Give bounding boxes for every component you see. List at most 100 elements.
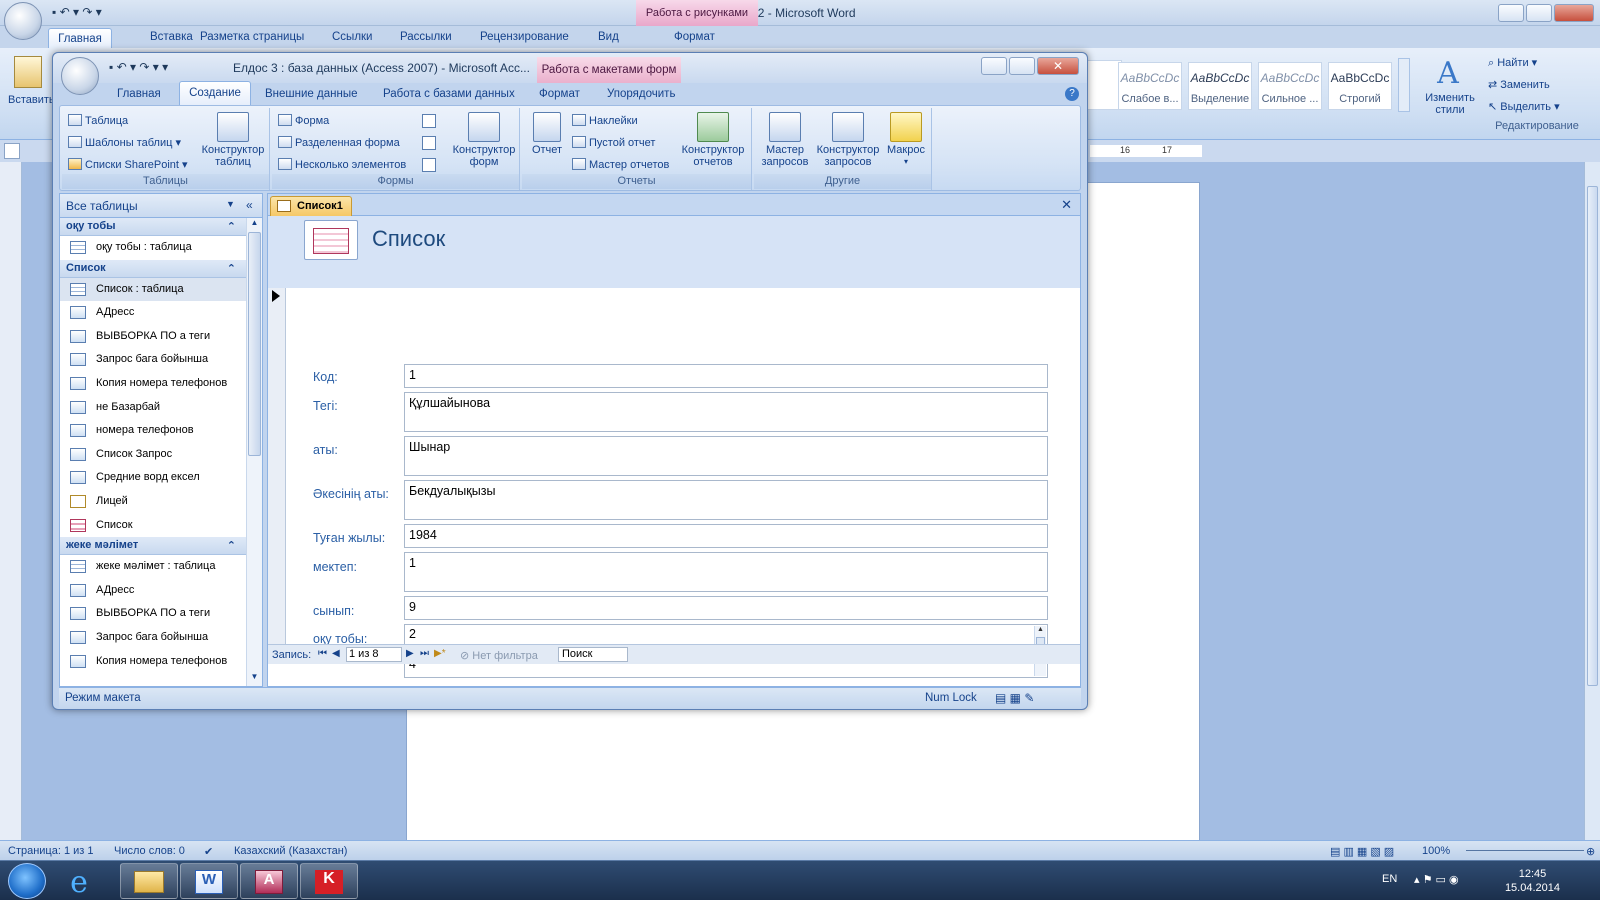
search-input[interactable]: Поиск [558,647,628,662]
nav-item[interactable]: ВЫВБОРКА ПО а теги [60,602,246,625]
list-scroll-up-icon[interactable]: ▲ [1035,626,1046,633]
record-selector[interactable] [268,288,286,644]
blank-form-icon[interactable] [422,136,436,150]
nav-item[interactable]: не Базарбай [60,396,246,419]
style-strogiy[interactable]: AaBbCcDc Строгий [1328,62,1392,110]
form-design-button[interactable]: Конструктор форм [448,112,520,168]
field-synyp[interactable]: 9 [404,596,1048,620]
multiple-items-button[interactable]: Несколько элементов [278,158,406,171]
access-tab-format[interactable]: Формат [539,88,580,100]
field-mektep[interactable]: 1 [404,552,1048,592]
filter-status[interactable]: ⊘ Нет фильтра [460,649,538,662]
query-design-button[interactable]: Конструктор запросов [814,112,882,168]
clock[interactable]: 12:45 15.04.2014 [1505,867,1560,895]
access-tab-database-tools[interactable]: Работа с базами данных [383,88,515,100]
report-button[interactable]: Отчет [526,112,568,156]
first-record-icon[interactable]: ⏮ [318,648,327,659]
document-tab-spisok1[interactable]: Список1 [270,196,352,216]
nav-item[interactable]: Запрос бага бойынша [60,626,246,649]
nav-group-header[interactable]: Список ⌃ [60,259,246,278]
internet-explorer-icon[interactable]: e [62,865,96,900]
scroll-up-icon[interactable]: ▲ [247,218,262,232]
split-form-button[interactable]: Разделенная форма [278,136,400,149]
access-tab-create[interactable]: Создание [179,81,251,105]
access-tab-home[interactable]: Главная [117,88,161,100]
query-wizard-button[interactable]: Мастер запросов [756,112,814,168]
collapse-chevron-icon[interactable]: ⌃ [227,219,236,236]
nav-item[interactable]: Запрос бага бойынша [60,348,246,371]
word-tab-page-layout[interactable]: Разметка страницы [200,31,304,43]
nav-item[interactable]: Список : таблица [60,277,246,301]
labels-button[interactable]: Наклейки [572,114,638,127]
report-design-button[interactable]: Конструктор отчетов [676,112,750,168]
status-words[interactable]: Число слов: 0 [114,845,185,857]
status-page[interactable]: Страница: 1 из 1 [8,845,94,857]
field-akesinin-aty[interactable]: Бекдуалықызы [404,480,1048,520]
nav-scrollbar[interactable]: ▲ ▼ [246,218,262,686]
macro-button[interactable]: Макрос ▾ [882,112,930,168]
nav-item[interactable]: номера телефонов [60,419,246,442]
form-button[interactable]: Форма [278,114,329,127]
new-record-icon[interactable]: ▶* [434,648,446,659]
view-switcher[interactable]: ▤ ▦ ✎ [995,691,1034,705]
zoom-in-icon[interactable]: ⊕ [1586,845,1595,858]
field-tugan-zhyly[interactable]: 1984 [404,524,1048,548]
close-document-icon[interactable]: ✕ [1061,197,1072,213]
input-language[interactable]: EN [1382,873,1397,885]
word-vertical-scrollbar[interactable] [1584,162,1600,840]
replace-button[interactable]: ⇄ Заменить [1488,78,1550,91]
word-tab-view[interactable]: Вид [598,31,619,43]
access-restore-button[interactable] [1009,57,1035,75]
more-forms-icon[interactable] [422,158,436,172]
access-close-button[interactable]: ✕ [1037,57,1079,75]
tray-icons[interactable]: ▴ ⚑ ▭ ◉ [1414,873,1459,886]
status-language[interactable]: Казахский (Казахстан) [234,845,347,857]
explorer-taskbar-button[interactable] [120,863,178,899]
kaspersky-taskbar-button[interactable]: K [300,863,358,899]
access-office-button[interactable] [61,57,99,95]
nav-item[interactable]: Лицей [60,490,246,513]
collapse-chevron-icon[interactable]: ⌃ [227,261,236,278]
form-title[interactable]: Список [372,226,445,252]
nav-item[interactable]: Средние ворд ексел [60,466,246,489]
tab-selector[interactable] [4,143,20,159]
spellcheck-icon[interactable]: ✔ [204,845,213,858]
access-minimize-button[interactable] [981,57,1007,75]
table-templates-button[interactable]: Шаблоны таблиц ▾ [68,136,181,149]
field-kod[interactable]: 1 [404,364,1048,388]
nav-item[interactable]: Копия номера телефонов [60,650,246,673]
word-close-button[interactable] [1554,4,1594,22]
nav-item[interactable]: ВЫВБОРКА ПО а теги [60,325,246,348]
access-tab-external-data[interactable]: Внешние данные [265,88,357,100]
sharepoint-lists-button[interactable]: Списки SharePoint ▾ [68,158,188,171]
access-tab-arrange[interactable]: Упорядочить [607,88,675,100]
word-tab-format[interactable]: Формат [674,31,715,43]
change-styles-button[interactable]: Изменить стили [1418,92,1482,116]
view-buttons[interactable]: ▤ ▥ ▦ ▧ ▨ [1330,845,1394,858]
start-button[interactable] [8,863,46,899]
nav-item[interactable]: оқу тобы : таблица [60,236,246,259]
collapse-chevron-icon[interactable]: ⌃ [227,538,236,555]
nav-group-header[interactable]: жеке мәлімет ⌃ [60,537,246,556]
pivot-chart-icon[interactable] [422,114,436,128]
nav-item[interactable]: Копия номера телефонов [60,372,246,395]
select-button[interactable]: ↖ Выделить ▾ [1488,100,1560,113]
nav-scroll-thumb[interactable] [248,232,261,456]
last-record-icon[interactable]: ⏭ [420,648,429,659]
report-wizard-button[interactable]: Мастер отчетов [572,158,669,171]
word-minimize-button[interactable] [1498,4,1524,22]
blank-report-button[interactable]: Пустой отчет [572,136,655,149]
word-office-button[interactable] [4,2,42,40]
styles-scroll[interactable] [1398,58,1410,112]
word-tab-review[interactable]: Рецензирование [480,31,569,43]
prev-record-icon[interactable]: ◀ [332,648,340,659]
table-button[interactable]: Таблица [68,114,128,127]
style-slaboe[interactable]: AaBbCcDc Слабое в... [1118,62,1182,110]
style-silnoe[interactable]: AaBbCcDc Сильное ... [1258,62,1322,110]
zoom-slider[interactable] [1466,850,1584,851]
next-record-icon[interactable]: ▶ [406,648,414,659]
nav-item[interactable]: Список Запрос [60,443,246,466]
word-tab-mailings[interactable]: Рассылки [400,31,452,43]
zoom-level[interactable]: 100% [1422,845,1450,857]
field-tegi[interactable]: Құлшайынова [404,392,1048,432]
